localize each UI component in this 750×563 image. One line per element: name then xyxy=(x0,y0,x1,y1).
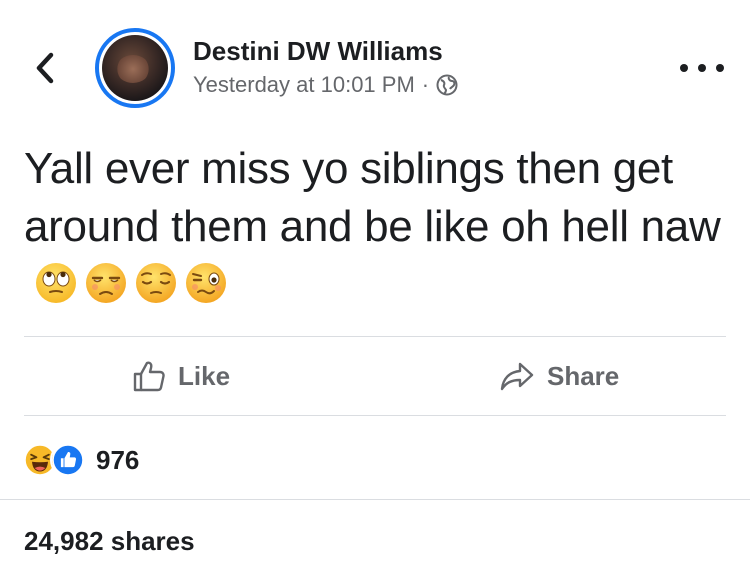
share-arrow-icon xyxy=(500,362,534,391)
post-text: Yall ever miss yo siblings then get arou… xyxy=(24,144,721,251)
shares-row: 24,982 shares xyxy=(0,499,750,563)
actions-bottom-divider xyxy=(24,415,726,416)
reactions-summary[interactable]: 976 xyxy=(22,440,139,480)
shares-count[interactable]: 24,982 shares xyxy=(24,526,195,557)
like-button[interactable]: Like xyxy=(132,337,230,415)
author-avatar[interactable] xyxy=(95,28,175,108)
post-header: Destini DW Williams Yesterday at 10:01 P… xyxy=(0,0,750,120)
woozy-emoji xyxy=(186,263,226,304)
back-button[interactable] xyxy=(30,50,60,86)
emoji-group xyxy=(34,261,228,305)
eye-roll-emoji xyxy=(36,263,76,304)
ellipsis-dot xyxy=(716,64,724,72)
post-timestamp[interactable]: Yesterday at 10:01 PM xyxy=(193,72,415,98)
author-name[interactable]: Destini DW Williams xyxy=(193,36,443,67)
ellipsis-icon xyxy=(680,64,688,72)
globe-icon xyxy=(436,74,458,96)
like-label: Like xyxy=(178,360,231,391)
thumbs-up-icon xyxy=(133,361,165,392)
post-body: Yall ever miss yo siblings then get arou… xyxy=(24,140,724,314)
chevron-left-icon xyxy=(36,52,54,84)
more-options-button[interactable] xyxy=(680,56,724,80)
like-reaction-icon xyxy=(50,442,86,478)
pensive-emoji xyxy=(136,263,176,304)
share-button[interactable]: Share xyxy=(499,337,619,415)
ellipsis-dot xyxy=(698,64,706,72)
post-meta: Yesterday at 10:01 PM · xyxy=(193,72,458,98)
meta-separator: · xyxy=(421,72,430,97)
reaction-count: 976 xyxy=(96,444,140,475)
unamused-emoji xyxy=(86,263,126,304)
share-label: Share xyxy=(547,360,620,391)
avatar-photo xyxy=(102,35,168,101)
post-actions: Like Share xyxy=(24,337,726,415)
